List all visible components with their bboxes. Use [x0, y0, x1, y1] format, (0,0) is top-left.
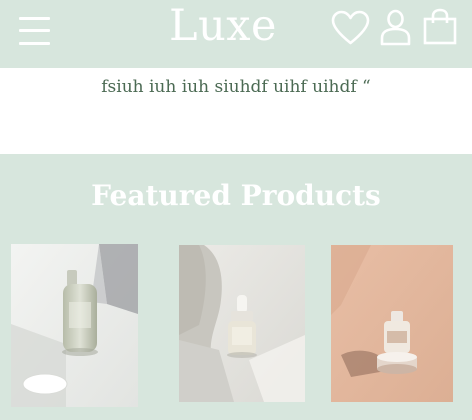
site-header: Luxe: [0, 0, 472, 68]
product-image: [179, 245, 305, 402]
section-title: Featured Products: [91, 179, 381, 212]
product-card-dropper-bottle[interactable]: [179, 245, 305, 402]
product-image: [11, 244, 138, 407]
product-card-serum-bottle[interactable]: [11, 244, 138, 407]
menu-line: [19, 42, 50, 45]
menu-icon[interactable]: [19, 16, 50, 46]
menu-line: [19, 17, 50, 20]
user-icon[interactable]: [380, 9, 411, 46]
menu-line: [19, 29, 50, 32]
heart-icon[interactable]: [331, 10, 370, 46]
featured-products-section: Featured Products: [0, 154, 472, 420]
product-image: [331, 245, 453, 402]
product-card-cream-jar[interactable]: [331, 245, 453, 402]
logo[interactable]: Luxe: [160, 0, 286, 54]
shopping-bag-icon[interactable]: [423, 8, 457, 45]
testimonial-section: skincare luirl lus llusllulls lu sfius i…: [0, 53, 472, 154]
